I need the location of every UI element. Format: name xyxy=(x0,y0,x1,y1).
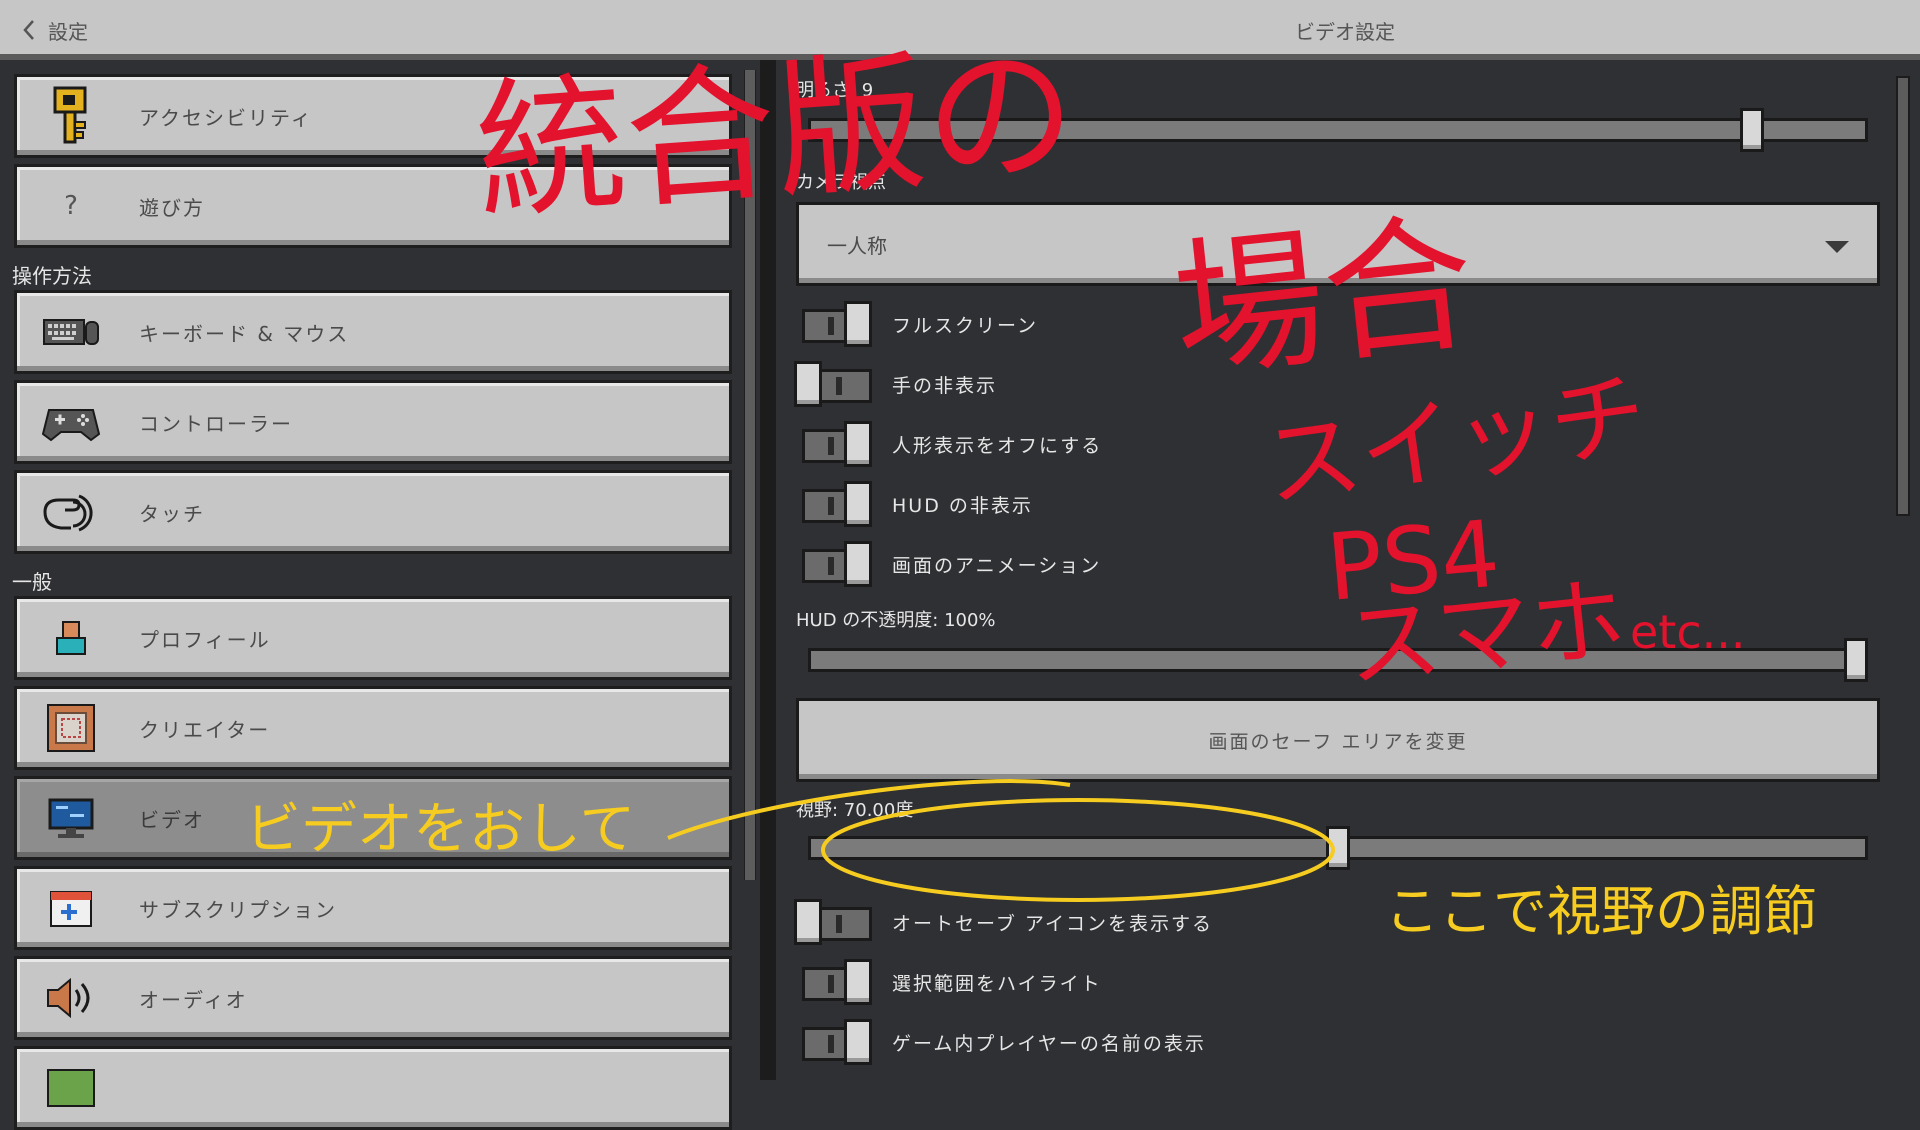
camera-perspective-dropdown[interactable]: 一人称 xyxy=(796,202,1880,286)
question-icon: ? xyxy=(64,191,78,221)
toggle-label: HUD の非表示 xyxy=(892,494,1033,517)
panel-divider xyxy=(760,60,776,1080)
hud-opacity-label: HUD の不透明度: 100% xyxy=(796,610,996,631)
top-bar: 設定 ビデオ設定 xyxy=(0,0,1920,60)
profile-icon xyxy=(41,608,101,668)
toggle-row[interactable]: 選択範囲をハイライト xyxy=(776,958,1102,1006)
toggle-switch-on[interactable] xyxy=(794,1019,872,1065)
toggle-label: 人形表示をオフにする xyxy=(892,434,1103,457)
toggle-switch-on[interactable] xyxy=(794,959,872,1005)
toggle-label: ゲーム内プレイヤーの名前の表示 xyxy=(892,1032,1206,1055)
toggle-label: 選択範囲をハイライト xyxy=(892,972,1102,995)
creator-icon xyxy=(41,698,101,758)
toggle-row[interactable]: 画面のアニメーション xyxy=(776,540,1101,588)
sidebar-item-profile[interactable]: プロフィール xyxy=(14,596,732,680)
toggle-switch-off[interactable] xyxy=(794,899,872,945)
sidebar-item-audio[interactable]: オーディオ xyxy=(14,956,732,1040)
sidebar-item-label: クリエイター xyxy=(139,717,271,742)
sidebar-item-subscription[interactable]: サブスクリプション xyxy=(14,866,732,950)
sidebar-item-label: アクセシビリティ xyxy=(139,105,313,130)
sidebar-item-video[interactable]: ビデオ xyxy=(14,776,732,860)
camera-perspective-value: 一人称 xyxy=(827,233,887,258)
brightness-slider-handle[interactable] xyxy=(1740,108,1765,152)
toggle-label: オートセーブ アイコンを表示する xyxy=(892,912,1213,935)
keyboard-icon xyxy=(41,302,101,362)
fov-slider-handle[interactable] xyxy=(1326,826,1350,870)
toggle-switch-on[interactable] xyxy=(794,421,872,467)
map-icon xyxy=(41,1058,101,1118)
sidebar-item-label: タッチ xyxy=(139,501,205,526)
toggle-row[interactable]: HUD の非表示 xyxy=(776,480,1033,528)
hud-opacity-slider-handle[interactable] xyxy=(1844,638,1868,682)
toggle-row[interactable]: オートセーブ アイコンを表示する xyxy=(776,898,1213,946)
video-settings-panel: 明るさ: 9 カメラ視点 一人称 フルスクリーン 手の非表示人形表示をオフにする H… xyxy=(776,66,1920,1080)
sidebar-item-label: コントローラー xyxy=(139,411,293,436)
section-heading-general: 一般 xyxy=(12,570,52,594)
sidebar-item-label: サブスクリプション xyxy=(139,897,337,922)
toggle-row[interactable]: ゲーム内プレイヤーの名前の表示 xyxy=(776,1018,1206,1066)
safe-area-button[interactable]: 画面のセーフ エリアを変更 xyxy=(796,698,1880,782)
toggle-label: 画面のアニメーション xyxy=(892,554,1102,577)
speaker-icon xyxy=(41,968,101,1028)
settings-scrollbar-thumb[interactable] xyxy=(1896,76,1910,516)
sidebar-item-keyboard-mouse[interactable]: キーボード & マウス xyxy=(14,290,732,374)
chevron-down-icon xyxy=(1825,241,1849,253)
section-heading-controls: 操作方法 xyxy=(12,264,92,288)
sidebar-scrollbar-thumb[interactable] xyxy=(745,70,755,880)
toggle-switch-off[interactable] xyxy=(794,361,872,407)
gamepad-icon xyxy=(41,392,101,452)
toggle-switch-on[interactable] xyxy=(794,541,872,587)
touch-icon xyxy=(41,482,101,542)
sidebar-item-label: オーディオ xyxy=(139,987,248,1012)
toggle-switch-on[interactable] xyxy=(794,301,872,347)
toggle-switch-on[interactable] xyxy=(794,481,872,527)
sidebar-item-controller[interactable]: コントローラー xyxy=(14,380,732,464)
toggle-row[interactable]: フルスクリーン xyxy=(776,300,1038,348)
brightness-slider[interactable] xyxy=(808,118,1868,142)
sidebar-item-label: キーボード & マウス xyxy=(139,321,350,346)
toggle-row[interactable]: 手の非表示 xyxy=(776,360,997,408)
settings-sidebar: アクセシビリティ ? 遊び方 操作方法 キーボード & マウス コントローラー … xyxy=(0,60,760,1130)
subscription-icon xyxy=(41,878,101,938)
camera-label: カメラ視点 xyxy=(796,172,886,193)
toggle-label: フルスクリーン xyxy=(892,314,1039,337)
sidebar-item-label: 遊び方 xyxy=(139,195,205,220)
key-icon xyxy=(41,86,101,146)
sidebar-item-label: ビデオ xyxy=(139,807,205,832)
sidebar-item-creator[interactable]: クリエイター xyxy=(14,686,732,770)
sidebar-item-touch[interactable]: タッチ xyxy=(14,470,732,554)
sidebar-item-how-to-play[interactable]: ? 遊び方 xyxy=(14,164,732,248)
monitor-icon xyxy=(41,788,101,848)
sidebar-item-more[interactable] xyxy=(14,1046,732,1130)
toggle-row[interactable]: 人形表示をオフにする xyxy=(776,420,1102,468)
sidebar-item-accessibility[interactable]: アクセシビリティ xyxy=(14,74,732,158)
page-title: ビデオ設定 xyxy=(1295,20,1395,44)
sidebar-item-label: プロフィール xyxy=(139,627,271,652)
brightness-label: 明るさ: 9 xyxy=(796,80,874,101)
fov-label: 視野: 70.00度 xyxy=(796,800,914,821)
toggle-label: 手の非表示 xyxy=(892,374,998,397)
hud-opacity-slider[interactable] xyxy=(808,648,1868,672)
